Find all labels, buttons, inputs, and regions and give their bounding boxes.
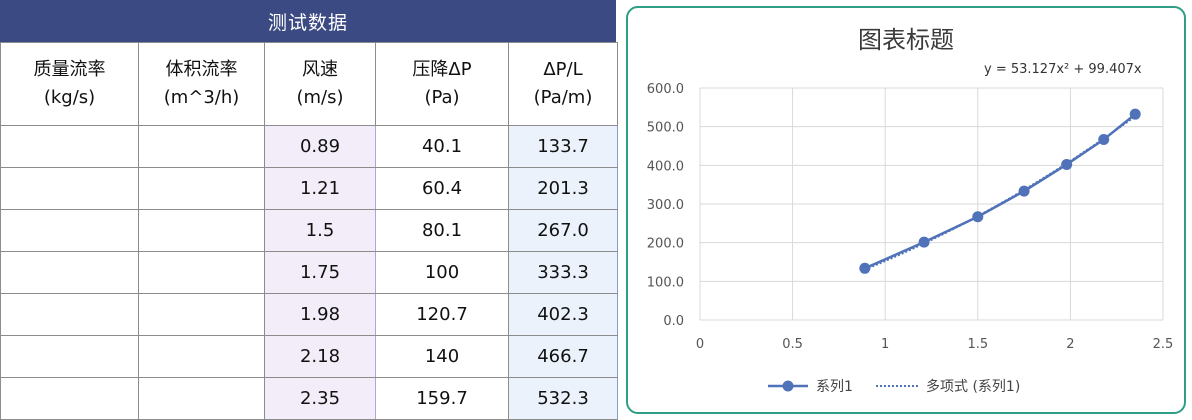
- header-unit: (kg/s): [43, 87, 96, 108]
- chart-svg: 图表标题 0.0 100.0 200.0 300.0 400.0 500.0 600.0 0 0.…: [647, 26, 1174, 395]
- cell-mass-flow[interactable]: [0, 293, 139, 336]
- chart-panel[interactable]: 图表标题 0.0 100.0 200.0 300.0 400.0 500.0 600.0 0 0.…: [626, 6, 1186, 414]
- x-tick-label: 1.5: [967, 337, 988, 352]
- table-row: 1.98 120.7 402.3: [0, 293, 618, 336]
- y-tick-label: 400.0: [647, 159, 684, 174]
- cell-wind-speed[interactable]: 1.21: [264, 167, 376, 210]
- data-point: [859, 262, 871, 274]
- cell-volume-flow[interactable]: [138, 293, 265, 336]
- cell-volume-flow[interactable]: [138, 209, 265, 252]
- table-row: 1.21 60.4 201.3: [0, 167, 618, 210]
- header-label: ΔP/L: [543, 59, 583, 80]
- table-row: 1.75 100 333.3: [0, 251, 618, 294]
- cell-volume-flow[interactable]: [138, 335, 265, 378]
- y-tick-label: 300.0: [647, 198, 684, 213]
- cell-pressure-drop[interactable]: 40.1: [375, 125, 509, 168]
- cell-pressure-per-length[interactable]: 532.3: [508, 377, 618, 420]
- table-row: 0.89 40.1 133.7: [0, 125, 618, 168]
- cell-pressure-drop[interactable]: 159.7: [375, 377, 509, 420]
- cell-mass-flow[interactable]: [0, 167, 139, 210]
- cell-wind-speed[interactable]: 1.5: [264, 209, 376, 252]
- x-tick-label: 2.5: [1153, 337, 1174, 352]
- cell-pressure-per-length[interactable]: 267.0: [508, 209, 618, 252]
- cell-volume-flow[interactable]: [138, 125, 265, 168]
- header-unit: (Pa/m): [533, 87, 593, 108]
- x-tick-label: 0.5: [782, 337, 803, 352]
- legend-series-marker: [782, 380, 794, 392]
- header-unit: (m/s): [296, 87, 344, 108]
- x-tick-label: 2: [1066, 337, 1074, 352]
- series-line-1: [864, 113, 1137, 270]
- y-tick-label: 200.0: [647, 237, 684, 252]
- table-header-row: 质量流率 (kg/s) 体积流率 (m^3/h) 风速 (m/s) 压降ΔP (…: [0, 42, 618, 126]
- header-pressure-drop[interactable]: 压降ΔP (Pa): [375, 42, 509, 126]
- data-point: [1018, 185, 1030, 197]
- cell-volume-flow[interactable]: [138, 251, 265, 294]
- cell-pressure-drop[interactable]: 100: [375, 251, 509, 294]
- cell-pressure-per-length[interactable]: 333.3: [508, 251, 618, 294]
- x-tick-label: 1: [881, 337, 889, 352]
- cell-wind-speed[interactable]: 2.18: [264, 335, 376, 378]
- header-unit: (Pa): [424, 87, 460, 108]
- data-table-panel: 测试数据 质量流率 (kg/s) 体积流率 (m^3/h) 风速 (m/s) 压…: [0, 0, 618, 420]
- table-title: 测试数据: [0, 0, 616, 42]
- table-row: 2.18 140 466.7: [0, 335, 618, 378]
- header-wind-speed[interactable]: 风速 (m/s): [264, 42, 376, 126]
- header-mass-flow[interactable]: 质量流率 (kg/s): [0, 42, 139, 126]
- header-unit: (m^3/h): [163, 87, 240, 108]
- x-tick-label: 0: [696, 337, 704, 352]
- data-point: [1061, 158, 1073, 170]
- cell-wind-speed[interactable]: 1.98: [264, 293, 376, 336]
- data-point: [972, 211, 984, 223]
- table-row: 1.5 80.1 267.0: [0, 209, 618, 252]
- header-label: 风速: [302, 59, 338, 80]
- chart-title: 图表标题: [858, 26, 954, 54]
- header-pressure-per-length[interactable]: ΔP/L (Pa/m): [508, 42, 618, 126]
- header-label: 质量流率: [33, 59, 106, 80]
- cell-pressure-drop[interactable]: 140: [375, 335, 509, 378]
- data-table: 质量流率 (kg/s) 体积流率 (m^3/h) 风速 (m/s) 压降ΔP (…: [0, 42, 618, 420]
- data-point: [1098, 134, 1110, 146]
- cell-wind-speed[interactable]: 0.89: [264, 125, 376, 168]
- cell-pressure-per-length[interactable]: 402.3: [508, 293, 618, 336]
- cell-pressure-drop[interactable]: 120.7: [375, 293, 509, 336]
- cell-volume-flow[interactable]: [138, 167, 265, 210]
- cell-mass-flow[interactable]: [0, 377, 139, 420]
- cell-wind-speed[interactable]: 1.75: [264, 251, 376, 294]
- legend-series-label: 系列1: [816, 379, 853, 395]
- trendline-equation: y = 53.127x² + 99.407x: [984, 62, 1142, 77]
- y-tick-label: 100.0: [647, 275, 684, 290]
- cell-mass-flow[interactable]: [0, 251, 139, 294]
- header-label: 体积流率: [165, 59, 238, 80]
- header-volume-flow[interactable]: 体积流率 (m^3/h): [138, 42, 265, 126]
- y-tick-label: 0.0: [663, 314, 684, 329]
- cell-mass-flow[interactable]: [0, 335, 139, 378]
- cell-pressure-per-length[interactable]: 133.7: [508, 125, 618, 168]
- table-row: 2.35 159.7 532.3: [0, 377, 618, 420]
- data-point: [918, 236, 930, 248]
- data-point: [1129, 108, 1141, 120]
- trendline-polynomial: [864, 115, 1136, 271]
- cell-wind-speed[interactable]: 2.35: [264, 377, 376, 420]
- header-label: 压降ΔP: [412, 59, 472, 80]
- cell-pressure-drop[interactable]: 60.4: [375, 167, 509, 210]
- cell-mass-flow[interactable]: [0, 125, 139, 168]
- cell-pressure-drop[interactable]: 80.1: [375, 209, 509, 252]
- y-tick-label: 600.0: [647, 82, 684, 97]
- cell-pressure-per-length[interactable]: 466.7: [508, 335, 618, 378]
- y-tick-label: 500.0: [647, 121, 684, 136]
- cell-volume-flow[interactable]: [138, 377, 265, 420]
- cell-mass-flow[interactable]: [0, 209, 139, 252]
- cell-pressure-per-length[interactable]: 201.3: [508, 167, 618, 210]
- legend-trendline-label: 多项式 (系列1): [926, 378, 1020, 395]
